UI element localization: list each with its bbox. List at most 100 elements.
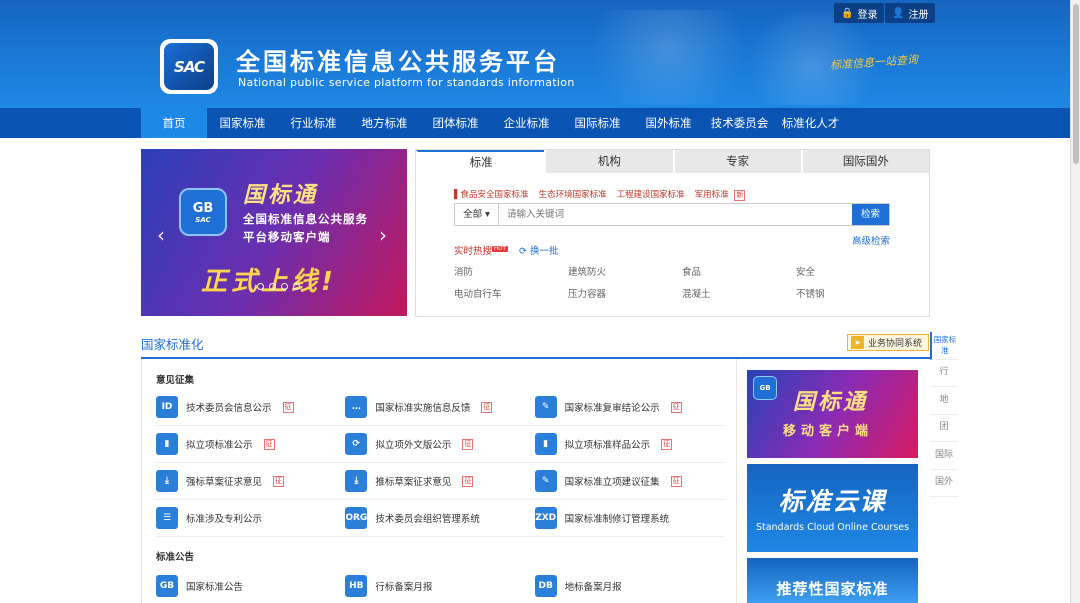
service-link[interactable]: DB 地标备案月报 (534, 567, 724, 603)
service-label: 拟立项外文版公示 (375, 440, 452, 451)
nav-item[interactable]: 团体标准 (420, 108, 491, 138)
scrollbar-thumb[interactable] (1073, 4, 1079, 164)
register-button[interactable]: 👤 注册 (885, 3, 936, 23)
hot-keywords: 消防 建筑防火 食品 安全 电动自行车 压力容器 混凝土 不锈钢 (454, 264, 904, 300)
service-label: 技术委员会信息公示 (186, 403, 272, 414)
service-link[interactable]: ☰ 标准涉及专利公示 (156, 500, 345, 536)
scrollbar[interactable] (1070, 0, 1080, 603)
carousel-next-icon[interactable]: › (379, 223, 387, 247)
service-icon: ⤓ (345, 470, 368, 492)
side-tab[interactable]: 地 (930, 387, 958, 415)
hot-keyword[interactable]: 消防 (454, 264, 568, 278)
nav-item[interactable]: 技术委员会 (704, 108, 775, 138)
hot-keyword[interactable]: 建筑防火 (568, 264, 682, 278)
advanced-search-link[interactable]: 高级检索 (852, 233, 890, 247)
page: 🔒 登录 👤 注册 SAC 全国标准信息公共服务平台 National public… (0, 0, 1080, 603)
service-icon: ID (156, 396, 178, 418)
service-label: 推标草案征求意见 (375, 477, 452, 488)
nav-item[interactable]: 标准化人才 (775, 108, 846, 138)
hot-keyword[interactable]: 不锈钢 (796, 286, 910, 300)
service-icon: ▮ (156, 433, 178, 455)
side-tab[interactable]: 国外 (930, 470, 958, 497)
gb-app-icon: GB (753, 376, 777, 400)
service-link[interactable]: ▮ 拟立项标准公示征 (156, 426, 345, 462)
service-link[interactable]: ⤓ 推标草案征求意见征 (345, 463, 534, 499)
search-tab[interactable]: 标准 (416, 150, 545, 173)
service-link[interactable]: ✎ 国家标准立项建议征集征 (534, 463, 724, 499)
feedback-badge: 征 (661, 438, 673, 450)
hot-keyword[interactable]: 电动自行车 (454, 286, 568, 300)
feedback-badge: 征 (273, 475, 285, 487)
service-label: 技术委员会组织管理系统 (375, 514, 480, 525)
nav-item[interactable]: 国外标准 (633, 108, 704, 138)
side-tab[interactable]: 行 (930, 360, 958, 387)
promo-cloud-courses[interactable]: 标准云课 Standards Cloud Online Courses (747, 464, 918, 552)
collab-system-button[interactable]: ➤ 业务协同系统 (847, 334, 929, 351)
search-tabs: 标准 机构 专家 国际国外 (416, 150, 929, 173)
refresh-button[interactable]: ⟳ 换一批 (519, 243, 559, 257)
carousel-dots[interactable] (257, 283, 300, 290)
search-tab[interactable]: 专家 (672, 150, 801, 173)
nav-item[interactable]: 地方标准 (349, 108, 420, 138)
service-link[interactable]: ⟳ 拟立项外文版公示征 (345, 426, 534, 462)
service-row: GB 国家标准公告 HB 行标备案月报 DB 地标备案月报 (156, 567, 724, 603)
service-label: 行标备案月报 (375, 581, 433, 593)
search-tab[interactable]: 国际国外 (800, 150, 929, 173)
group-title-feedback: 意见征集 (156, 375, 195, 386)
hot-keyword[interactable]: 压力容器 (568, 286, 682, 300)
promo-gbt-app[interactable]: GB 国标通 移动客户端 (747, 370, 918, 458)
search-tab[interactable]: 机构 (544, 150, 673, 173)
nav-item[interactable]: 首页 (141, 108, 207, 138)
service-link[interactable]: … 国家标准实施信息反馈征 (345, 389, 534, 425)
service-label: 强标草案征求意见 (186, 477, 263, 488)
quick-tag[interactable]: 军用标准 新 (695, 188, 746, 201)
side-tab[interactable]: 国家标准 (930, 332, 958, 360)
hot-keyword[interactable]: 安全 (796, 264, 910, 278)
banner-line1: 国标通 (243, 183, 319, 208)
feedback-badge: 征 (462, 475, 474, 487)
site-subtitle: National public service platform for sta… (238, 76, 575, 89)
service-icon: ZXD (534, 507, 557, 529)
hot-keyword[interactable]: 食品 (682, 264, 796, 278)
section-title: 国家标准化 (141, 337, 204, 352)
feedback-badge: 征 (670, 401, 682, 413)
service-label: 标准涉及专利公示 (186, 514, 263, 525)
nav-item[interactable]: 行业标准 (278, 108, 349, 138)
sac-logo[interactable]: SAC (160, 39, 218, 94)
service-link[interactable]: ZXD 国家标准制修订管理系统 (534, 500, 724, 536)
nav-item[interactable]: 国际标准 (562, 108, 633, 138)
service-icon: ⤓ (156, 470, 178, 492)
service-link[interactable]: ID 技术委员会信息公示征 (156, 389, 345, 425)
side-tab[interactable]: 国际 (930, 442, 958, 470)
service-link[interactable]: ✎ 国家标准复审结论公示征 (534, 389, 724, 425)
service-link[interactable]: ORG 技术委员会组织管理系统 (345, 500, 534, 536)
quick-tag[interactable]: 生态环境国家标准 (539, 188, 607, 201)
service-row: ⤓ 强标草案征求意见征 ⤓ 推标草案征求意见征 ✎ 国家标准立项建议征集征 (156, 463, 724, 500)
side-tab[interactable]: 团 (930, 415, 958, 442)
service-link[interactable]: HB 行标备案月报 (345, 567, 534, 603)
search-button[interactable]: 检索 (852, 204, 889, 225)
hot-keyword[interactable]: 混凝土 (682, 286, 796, 300)
service-link[interactable]: ▮ 拟立项标准样品公示征 (534, 426, 724, 462)
login-button[interactable]: 🔒 登录 (834, 3, 885, 23)
search-panel: 标准 机构 专家 国际国外 ▌食品安全国家标准 生态环境国家标准 工程建设国家标准 军用标准… (415, 149, 930, 317)
nav-item[interactable]: 国家标准 (207, 108, 278, 138)
feedback-badge: 征 (263, 438, 275, 450)
service-label: 国家标准复审结论公示 (564, 403, 660, 414)
side-tabs: 国家标准行地团国际 国外 (930, 332, 958, 497)
nav-item[interactable]: 企业标准 (491, 108, 562, 138)
service-row: ID 技术委员会信息公示 征 … 国家标准实施信息反馈征 ✎ 国家标准复审结论公示征 (156, 389, 724, 426)
service-link[interactable]: ⤓ 强标草案征求意见征 (156, 463, 345, 499)
quick-tag[interactable]: ▌食品安全国家标准 (454, 188, 529, 201)
service-icon: ☰ (156, 507, 178, 529)
quick-tag[interactable]: 工程建设国家标准 (617, 188, 685, 201)
service-link[interactable]: GB 国家标准公告 (156, 567, 345, 603)
promo-recommended-standards[interactable]: 推荐性国家标准 (747, 558, 918, 603)
banner-line3: 平台移动客户端 (243, 230, 331, 244)
main-nav: 首页 国家标准 行业标准 地方标准 团体标准 企业标准 国际标准 国外标准 技术委员会 标准化人才 (0, 108, 1070, 138)
search-box: 全部 ▾ 检索 (454, 203, 890, 226)
carousel-prev-icon[interactable]: ‹ (157, 223, 165, 247)
scope-dropdown[interactable]: 全部 ▾ (455, 204, 499, 225)
carousel-banner[interactable]: GB SAC 国标通 全国标准信息公共服务 平台移动客户端 正式上线! ‹ › (141, 149, 407, 316)
search-input[interactable] (499, 204, 852, 225)
